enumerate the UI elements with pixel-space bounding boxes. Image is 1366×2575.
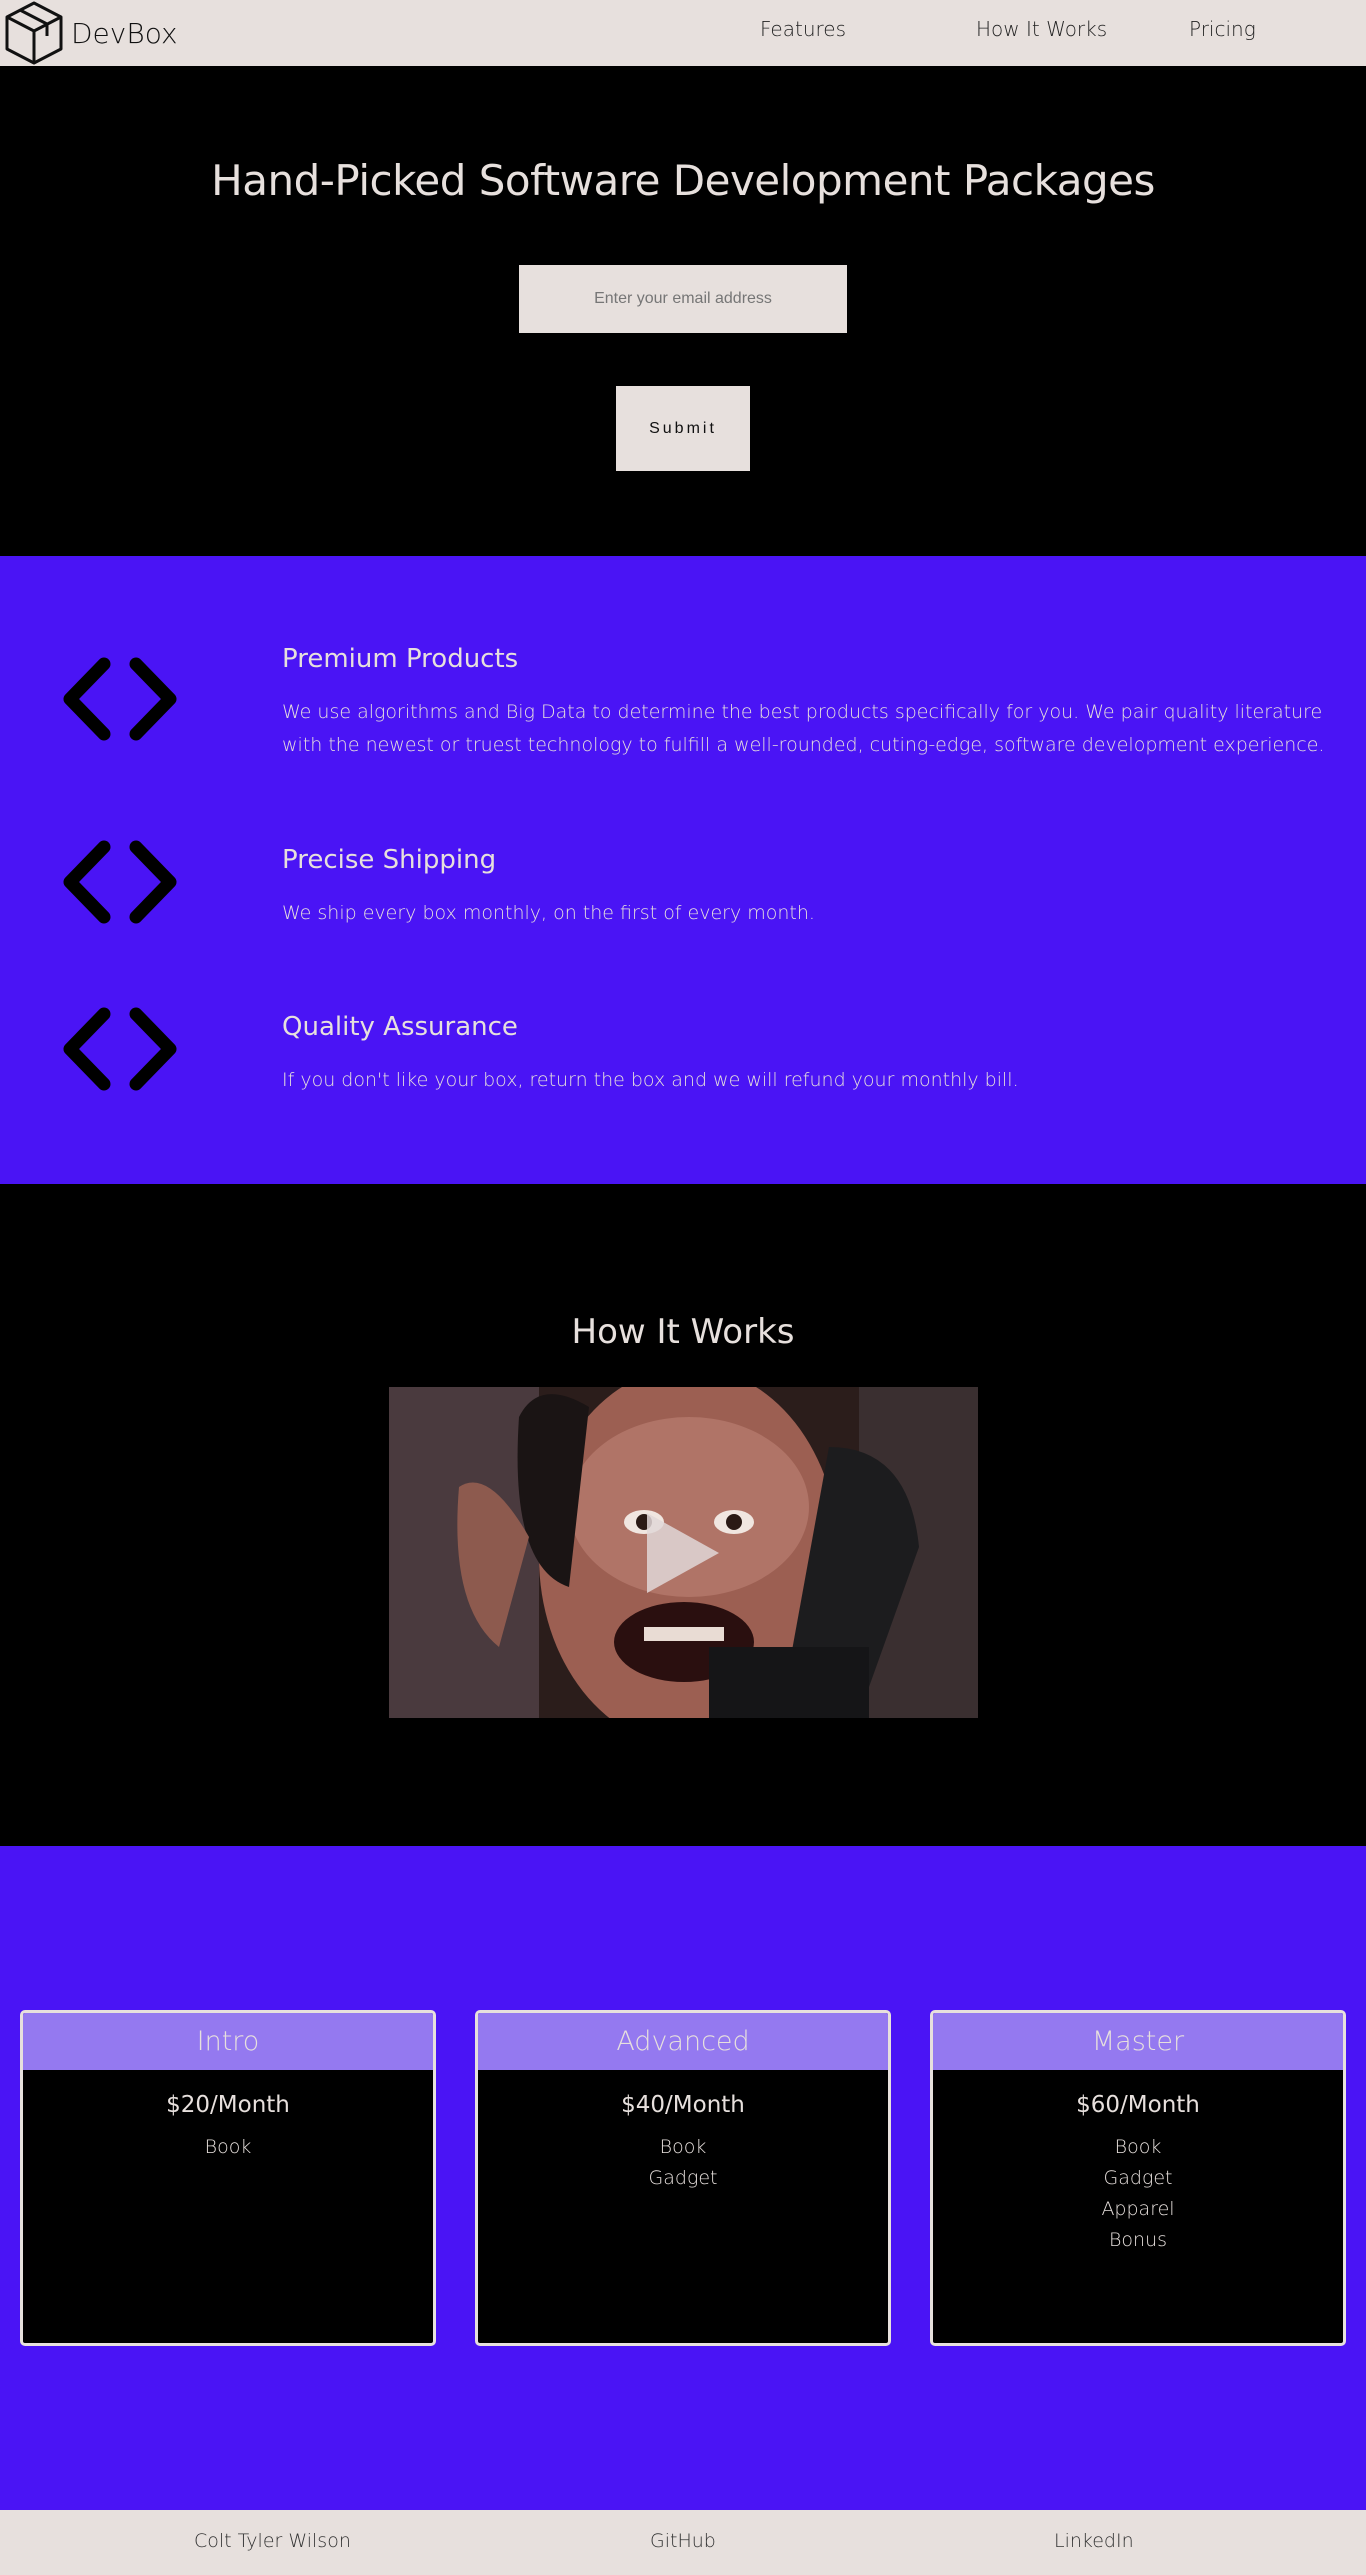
plan-item: Gadget: [1103, 2167, 1173, 2189]
site-header: DevBox Features How It Works Pricing: [0, 0, 1366, 66]
nav-pricing[interactable]: Pricing: [1189, 17, 1256, 41]
feature-text: We use algorithms and Big Data to determ…: [282, 701, 1325, 756]
hero-section: Hand-Picked Software Development Package…: [0, 66, 1366, 556]
plan-item: Gadget: [648, 2167, 718, 2189]
plan-items: Book Gadget: [478, 2132, 888, 2194]
email-input[interactable]: [519, 265, 847, 333]
footer-author-link[interactable]: Colt Tyler Wilson: [194, 2530, 351, 2552]
code-brackets-icon: [63, 840, 177, 924]
nav-features[interactable]: Features: [760, 17, 846, 41]
pricing-section: Intro $20/Month Book Advanced $40/Month …: [0, 1846, 1366, 2510]
pricing-card-advanced[interactable]: Advanced $40/Month Book Gadget: [475, 2010, 891, 2346]
code-brackets-icon: [63, 657, 177, 741]
features-section: Premium Products We use algorithms and B…: [0, 556, 1366, 1184]
plan-item: Book: [204, 2136, 252, 2158]
footer-linkedin-link[interactable]: LinkedIn: [1054, 2530, 1134, 2552]
plan-price: $40/Month: [621, 2092, 745, 2118]
plan-item: Bonus: [1108, 2229, 1168, 2251]
plan-item: Book: [1114, 2136, 1162, 2158]
feature-title: Premium Products: [282, 644, 519, 674]
plan-item: Book: [659, 2136, 707, 2158]
how-it-works-section: How It Works: [0, 1184, 1366, 1846]
nav-how-it-works[interactable]: How It Works: [976, 17, 1107, 41]
plan-price: $20/Month: [166, 2092, 290, 2118]
pricing-card-master[interactable]: Master $60/Month Book Gadget Apparel Bon…: [930, 2010, 1346, 2346]
feature-title: Quality Assurance: [282, 1012, 518, 1042]
plan-items: Book Gadget Apparel Bonus: [933, 2132, 1343, 2256]
submit-button[interactable]: Submit: [616, 386, 750, 471]
plan-name: Advanced: [478, 2013, 888, 2070]
main-nav: Features How It Works Pricing: [0, 0, 1366, 58]
footer-github-link[interactable]: GitHub: [650, 2530, 716, 2552]
section-title: How It Works: [571, 1312, 795, 1352]
plan-name: Intro: [23, 2013, 433, 2070]
pricing-card-intro[interactable]: Intro $20/Month Book: [20, 2010, 436, 2346]
hero-title: Hand-Picked Software Development Package…: [211, 156, 1155, 205]
plan-items: Book: [23, 2132, 433, 2163]
play-icon[interactable]: [647, 1513, 719, 1593]
site-footer: Colt Tyler Wilson GitHub LinkedIn: [0, 2510, 1366, 2575]
plan-item: Apparel: [1101, 2198, 1175, 2220]
plan-price: $60/Month: [1076, 2092, 1200, 2118]
feature-text: We ship every box monthly, on the first …: [282, 902, 815, 924]
code-brackets-icon: [63, 1007, 177, 1091]
feature-title: Precise Shipping: [282, 845, 497, 875]
feature-text: If you don't like your box, return the b…: [282, 1069, 1019, 1091]
plan-name: Master: [933, 2013, 1343, 2070]
video-player[interactable]: [389, 1387, 978, 1718]
